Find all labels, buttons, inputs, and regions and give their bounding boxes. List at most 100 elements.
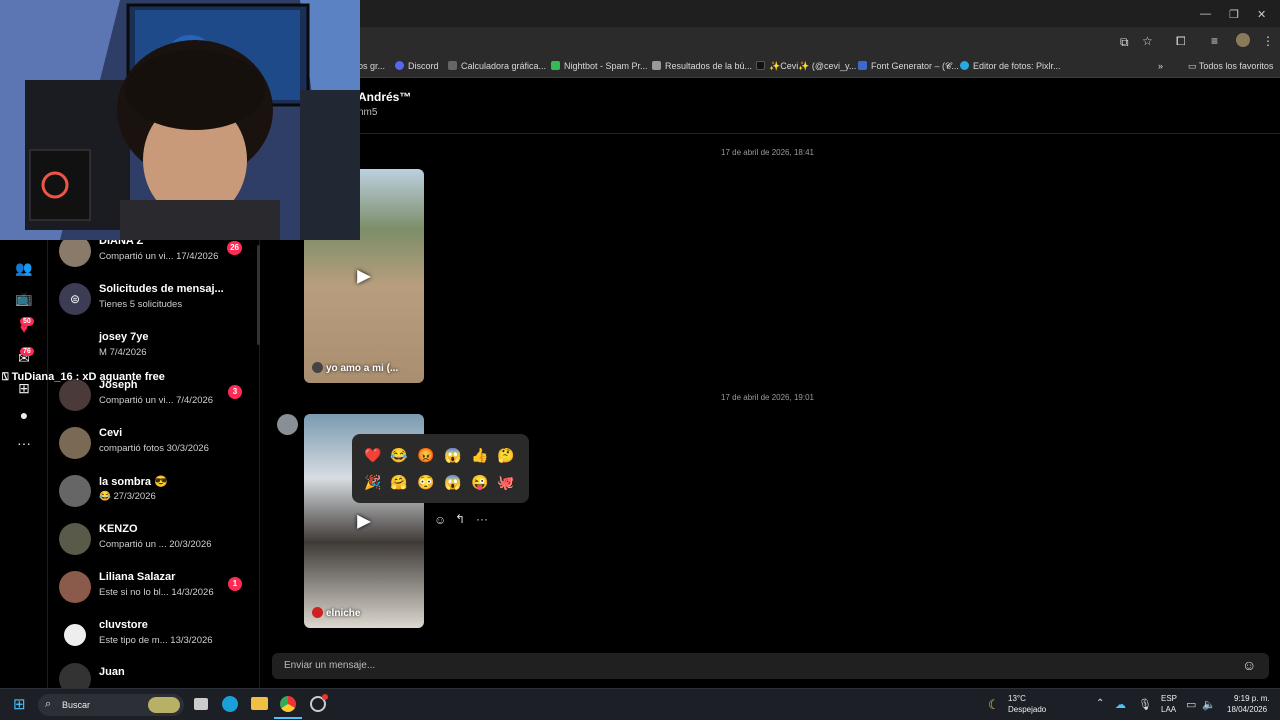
reaction-thinking[interactable]: 🤔 [497, 446, 515, 464]
play-icon: ▶ [357, 510, 371, 531]
unread-badge: 26 [227, 241, 242, 255]
more-icon[interactable]: ··· [14, 435, 34, 455]
conversation-item[interactable]: DIANA Z Compartió un vi... 17/4/2026 26 [48, 235, 259, 281]
taskbar: ⊞ ⌕ Buscar ☾ 13°C Despejado ⌃ ☁ 🎙 ESP LA… [0, 688, 1280, 720]
conversation-item[interactable]: KENZO Compartió un ... 20/3/2026 [48, 523, 259, 569]
reaction-party[interactable]: 🎉 [364, 473, 382, 491]
chevron-up-icon[interactable]: ⌃ [1096, 698, 1104, 709]
discord-icon [395, 61, 404, 70]
bookmark-1[interactable]: Discord [395, 61, 439, 71]
emoji-picker-icon[interactable]: ☺ [1242, 657, 1256, 673]
messages-badge: 76 [20, 347, 34, 356]
activity-badge: 50 [20, 317, 34, 326]
minimize-icon[interactable]: — [1200, 8, 1211, 20]
conversation-item[interactable]: Juan [48, 663, 259, 688]
volume-icon[interactable]: 🔈 [1202, 698, 1216, 711]
reaction-hug[interactable]: 🤗 [390, 473, 408, 491]
restore-icon[interactable]: ❐ [1229, 8, 1239, 21]
more-options-icon[interactable]: ··· [476, 512, 488, 526]
chat-title: Andrés™ [358, 90, 412, 104]
reaction-shock[interactable]: 😱 [444, 446, 462, 464]
bookmark-4[interactable]: Resultados de la bú... [652, 61, 752, 71]
menu-icon[interactable]: ⋮ [1262, 34, 1274, 48]
cast-icon[interactable]: ⧉ [1120, 35, 1129, 50]
reaction-thumbs-up[interactable]: 👍 [471, 446, 489, 464]
webcam-overlay [0, 0, 360, 240]
reaction-scream[interactable]: 😱 [444, 473, 462, 491]
creator-avatar [312, 362, 323, 373]
creator-avatar [312, 607, 323, 618]
video-caption: yo amo a mi (... [312, 362, 398, 374]
microphone-icon[interactable]: 🎙 [1138, 698, 1152, 711]
calculator-icon [448, 61, 457, 70]
bookmark-7[interactable]: Editor de fotos: Pixlr... [960, 61, 1061, 71]
friends-icon[interactable]: 👥 [14, 260, 34, 280]
conversation-item[interactable]: Liliana Salazar Este si no lo bl... 14/3… [48, 571, 259, 617]
conversation-item[interactable]: Joseph Compartió un vi... 7/4/2026 3 [48, 379, 259, 425]
avatar [59, 475, 91, 507]
reply-icon[interactable]: ↰ [455, 512, 465, 526]
active-app-indicator [274, 717, 302, 719]
task-view-icon[interactable] [194, 698, 208, 710]
conversation-item[interactable]: la sombra 😎 😂 27/3/2026 [48, 475, 259, 521]
search-highlight-image [148, 697, 180, 713]
avatar [59, 619, 91, 651]
add-reaction-icon[interactable]: ☺ [434, 513, 446, 527]
bookmark-0[interactable]: os gr... [358, 61, 385, 71]
avatar [59, 331, 91, 363]
reaction-laugh[interactable]: 😂 [390, 446, 408, 464]
conversation-item[interactable]: cluvstore Este tipo de m... 13/3/2026 [48, 619, 259, 665]
media-icon[interactable]: ≡ [1211, 34, 1218, 48]
avatar[interactable] [277, 414, 298, 435]
date-stamp: 17 de abril de 2026, 18:41 [721, 148, 814, 157]
reaction-angry[interactable]: 😡 [417, 446, 435, 464]
file-explorer-icon[interactable] [251, 697, 268, 710]
webcam-feed [0, 0, 360, 240]
reaction-flushed[interactable]: 😳 [417, 473, 435, 491]
conversation-item[interactable]: Cevi compartió fotos 30/3/2026 [48, 427, 259, 473]
live-icon[interactable]: 📺 [14, 290, 34, 310]
message-requests[interactable]: ⊜ Solicitudes de mensaj... Tienes 5 soli… [48, 283, 259, 329]
reaction-silly[interactable]: 😜 [471, 473, 489, 491]
stream-chat-overlay: ⍂ TuDiana_16 : xD aguante free [2, 371, 165, 383]
pixlr-icon [960, 61, 969, 70]
chevron-right-icon[interactable]: » [1158, 61, 1163, 71]
profile-icon[interactable]: ● [14, 407, 34, 427]
date-stamp: 17 de abril de 2026, 19:01 [721, 393, 814, 402]
bookmark-6[interactable]: Font Generator – (𝓒... [858, 61, 959, 72]
profile-avatar[interactable] [1236, 33, 1250, 47]
chat-subtitle: nm5 [358, 107, 378, 118]
emoji-reaction-popup: ❤️ 😂 😡 😱 👍 🤔 🎉 🤗 😳 😱 😜 🐙 [352, 434, 529, 503]
scrollbar[interactable] [257, 245, 260, 345]
taskbar-search[interactable]: ⌕ Buscar [38, 694, 184, 716]
chrome-icon[interactable] [280, 696, 296, 712]
tiktok-icon [756, 61, 765, 70]
play-icon: ▶ [357, 265, 371, 286]
unread-badge: 1 [228, 577, 242, 591]
font-generator-icon [858, 61, 867, 70]
chat-bubble-icon: ⊜ [59, 283, 91, 315]
onedrive-icon[interactable]: ☁ [1115, 698, 1126, 711]
network-icon[interactable]: ▭ [1186, 698, 1196, 711]
chat-divider [261, 133, 1280, 134]
avatar [59, 427, 91, 459]
close-icon[interactable]: ✕ [1257, 8, 1266, 21]
windows-start-icon[interactable]: ⊞ [13, 697, 29, 713]
search-result-icon [652, 61, 661, 70]
conversation-list: DIANA Z Compartió un vi... 17/4/2026 26 … [48, 230, 260, 688]
chat-header: Andrés™ nm5 [358, 90, 411, 118]
bookmark-2[interactable]: Calculadora gráfica... [448, 61, 546, 71]
reaction-heart[interactable]: ❤️ [364, 446, 382, 464]
edge-icon[interactable] [222, 696, 238, 712]
avatar [59, 571, 91, 603]
message-input[interactable]: Enviar un mensaje... [272, 653, 1269, 679]
bookmark-5[interactable]: ✨Cevi✨ (@cevi_y... [756, 61, 856, 72]
nightbot-icon [551, 61, 560, 70]
all-bookmarks[interactable]: ▭ Todos los favoritos [1188, 61, 1273, 72]
extensions-icon[interactable]: ⧠ [1176, 34, 1186, 49]
folder-icon: ▭ [1188, 61, 1199, 71]
bookmark-3[interactable]: Nightbot - Spam Pr... [551, 61, 648, 71]
reaction-octopus[interactable]: 🐙 [497, 473, 515, 491]
avatar [59, 523, 91, 555]
star-icon[interactable]: ☆ [1142, 34, 1153, 48]
